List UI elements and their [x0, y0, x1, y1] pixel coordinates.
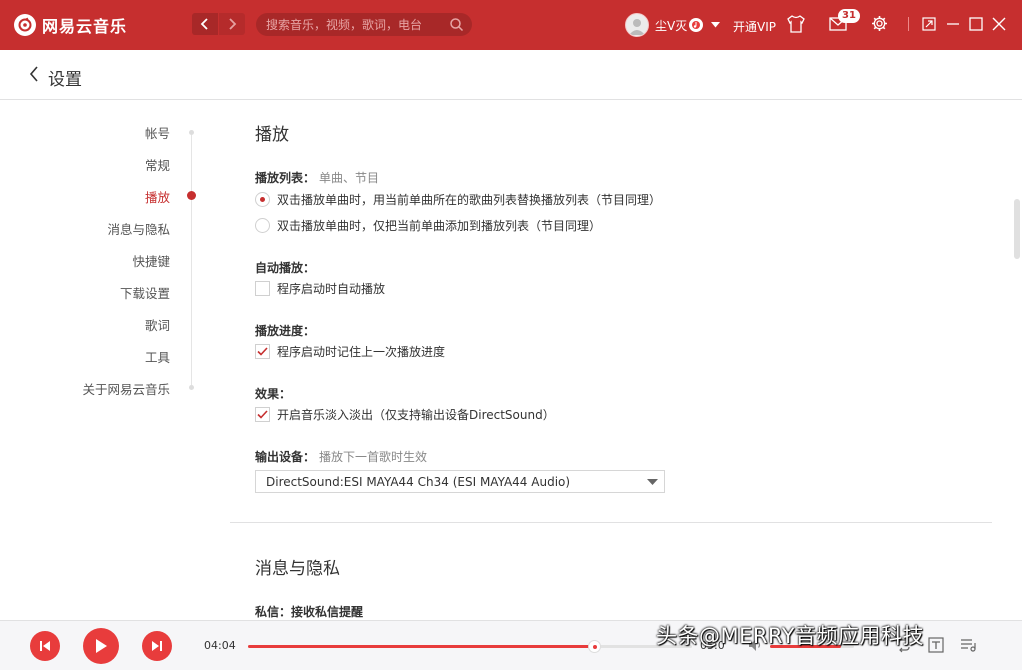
playlist-icon[interactable]: [960, 637, 978, 653]
user-avatar-icon: [629, 19, 645, 35]
sidebar-item-tools[interactable]: 工具: [145, 347, 170, 366]
dm-label: 私信：接收私信提醒: [255, 603, 363, 620]
progress-handle[interactable]: [588, 640, 602, 653]
scrollbar-thumb[interactable]: [1014, 199, 1020, 259]
playlist-label: 播放列表： 单曲、节目: [255, 169, 379, 186]
sidebar-timeline: [191, 131, 192, 387]
minimize-icon[interactable]: [946, 17, 960, 31]
back-button[interactable]: [192, 13, 218, 35]
dropdown-arrow-icon: [647, 479, 658, 485]
autoplay-option[interactable]: 程序启动时自动播放: [255, 280, 385, 297]
window-controls-divider: [908, 17, 909, 31]
sidebar-dot: [189, 385, 194, 390]
fade-option[interactable]: 开启音乐淡入淡出（仅支持输出设备DirectSound）: [255, 406, 555, 423]
search-icon[interactable]: [449, 17, 464, 32]
section-title-playback: 播放: [255, 125, 289, 145]
autoplay-checkbox[interactable]: [255, 281, 270, 296]
sidebar-item-about[interactable]: 关于网易云音乐: [82, 379, 170, 398]
mini-mode-icon[interactable]: [922, 17, 936, 31]
sidebar-item-shortcuts[interactable]: 快捷键: [132, 251, 170, 270]
search-input[interactable]: [266, 16, 446, 33]
sidebar-active-dot: [187, 191, 196, 200]
autoplay-option-label: 程序启动时自动播放: [277, 282, 386, 296]
open-vip-link[interactable]: 开通VIP: [733, 18, 776, 35]
autoplay-label: 自动播放：: [255, 261, 316, 275]
next-track-button[interactable]: [142, 631, 172, 661]
username[interactable]: 尘V灭: [655, 17, 687, 34]
previous-track-button[interactable]: [30, 631, 60, 661]
output-device-hint: 播放下一首歌时生效: [319, 450, 428, 464]
music-badge-icon: [689, 18, 704, 32]
avatar[interactable]: [625, 13, 649, 37]
chevron-right-icon: [229, 18, 237, 30]
playlist-label-text: 播放列表：: [255, 171, 316, 185]
netease-music-logo-icon: [14, 14, 36, 36]
progress-bar[interactable]: [248, 640, 692, 653]
sidebar-item-messages-privacy[interactable]: 消息与隐私: [107, 219, 170, 238]
play-icon: [96, 639, 107, 653]
settings-content: 播放 播放列表： 单曲、节目 双击播放单曲时，用当前单曲所在的歌曲列表替换播放列表…: [230, 101, 1010, 620]
output-device-label: 输出设备： 播放下一首歌时生效: [255, 448, 427, 465]
content-scrollbar[interactable]: [1010, 101, 1022, 620]
user-menu[interactable]: 尘V灭: [625, 13, 721, 37]
maximize-icon[interactable]: [969, 17, 983, 31]
playlist-hint: 单曲、节目: [319, 171, 380, 185]
sidebar-item-playback[interactable]: 播放: [145, 187, 170, 206]
sidebar-item-account[interactable]: 帐号: [145, 123, 170, 142]
dm-label-text: 私信：: [255, 605, 292, 619]
remember-progress-checkbox[interactable]: [255, 344, 270, 359]
gear-icon[interactable]: [871, 15, 888, 32]
remember-progress-option[interactable]: 程序启动时记住上一次播放进度: [255, 343, 445, 360]
sidebar-item-lyrics[interactable]: 歌词: [145, 315, 170, 334]
dm-hint: 接收私信提醒: [291, 605, 364, 619]
history-nav: [192, 13, 245, 35]
playlist-option-append-label: 双击播放单曲时，仅把当前单曲添加到播放列表（节目同理）: [277, 219, 602, 233]
search-box: [256, 13, 472, 36]
skin-tshirt-icon[interactable]: [786, 15, 806, 33]
watermark-text: 头条@MERRY音频应用科技: [656, 624, 925, 648]
fade-option-label: 开启音乐淡入淡出（仅支持输出设备DirectSound）: [277, 408, 555, 422]
section-divider: [230, 522, 992, 523]
output-device-select[interactable]: DirectSound:ESI MAYA44 Ch34 (ESI MAYA44 …: [255, 470, 665, 493]
app-name: 网易云音乐: [42, 17, 128, 36]
section-title-privacy: 消息与隐私: [255, 559, 340, 579]
app-logo[interactable]: 网易云音乐: [14, 13, 127, 37]
output-device-value: DirectSound:ESI MAYA44 Ch34 (ESI MAYA44 …: [266, 475, 571, 489]
back-arrow-icon[interactable]: [28, 65, 40, 83]
progress-fill: [248, 645, 595, 648]
close-icon[interactable]: [992, 17, 1006, 31]
caret-down-icon[interactable]: [711, 22, 721, 28]
page-header: 设置: [0, 50, 1022, 100]
sidebar-item-general[interactable]: 常规: [145, 155, 170, 174]
checkmark-icon: [257, 410, 268, 419]
sidebar-dot: [189, 130, 194, 135]
play-button[interactable]: [83, 628, 119, 664]
top-bar: 网易云音乐 尘V灭 开通VIP 31: [0, 0, 1022, 50]
fade-checkbox[interactable]: [255, 407, 270, 422]
skip-previous-icon: [40, 641, 50, 651]
skip-next-icon: [152, 641, 162, 651]
sidebar-item-download[interactable]: 下载设置: [120, 283, 170, 302]
forward-button[interactable]: [219, 13, 245, 35]
message-count-badge: 31: [838, 9, 860, 23]
checkmark-icon: [257, 347, 268, 356]
output-device-label-text: 输出设备：: [255, 450, 316, 464]
progress-label: 播放进度：: [255, 324, 316, 338]
remember-progress-label: 程序启动时记住上一次播放进度: [277, 345, 446, 359]
playlist-option-replace-label: 双击播放单曲时，用当前单曲所在的歌曲列表替换播放列表（节目同理）: [277, 193, 662, 207]
playlist-option-append[interactable]: 双击播放单曲时，仅把当前单曲添加到播放列表（节目同理）: [255, 217, 601, 234]
current-time: 04:04: [204, 639, 236, 652]
chevron-left-icon: [200, 18, 208, 30]
effect-label: 效果：: [255, 387, 292, 401]
page-title: 设置: [48, 70, 82, 90]
settings-sidebar: 帐号 常规 播放 消息与隐私 快捷键 下载设置 歌词 工具 关于网易云音乐: [0, 101, 230, 620]
radio-selected[interactable]: [255, 192, 270, 207]
lyrics-word-icon[interactable]: [928, 637, 944, 653]
playlist-option-replace[interactable]: 双击播放单曲时，用当前单曲所在的歌曲列表替换播放列表（节目同理）: [255, 191, 661, 208]
radio-unselected[interactable]: [255, 218, 270, 233]
